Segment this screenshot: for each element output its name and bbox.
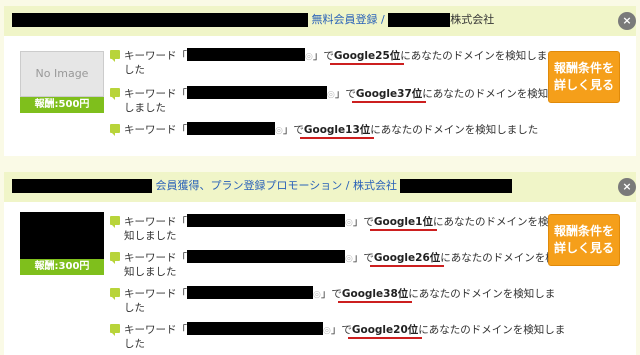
at-icon: ◎ xyxy=(327,90,335,100)
rank-value: Google37位 xyxy=(351,88,427,103)
row-prefix: キーワード「 xyxy=(124,288,187,300)
row-prefix: キーワード「 xyxy=(124,216,187,228)
result-card-1: 無料会員登録 / 株式会社 No Image 報酬:500円 キーワード「 ◎」で… xyxy=(4,6,636,156)
row-prefix: キーワード「 xyxy=(124,252,187,264)
close-icon[interactable]: × xyxy=(618,12,636,30)
result-card-2: 会員獲得、プラン登録プロモーション / 株式会社 × 報酬:300円 キーワード… xyxy=(4,172,636,355)
redacted-keyword xyxy=(187,250,345,263)
at-icon: ◎ xyxy=(345,254,353,264)
button-line: 詳しく見る xyxy=(553,78,614,92)
redacted-keyword xyxy=(187,48,305,61)
at-icon: ◎ xyxy=(313,290,321,300)
redacted-text xyxy=(12,179,152,193)
price-badge: 報酬:500円 xyxy=(20,97,104,113)
thumbnail[interactable]: 報酬:300円 xyxy=(20,212,104,275)
comment-icon xyxy=(110,50,120,62)
at-icon: ◎ xyxy=(323,326,331,336)
button-line: 報酬条件を xyxy=(553,61,614,75)
row-suffix: にあなたのドメインを検知しま xyxy=(408,288,556,300)
card-header: 会員獲得、プラン登録プロモーション / 株式会社 × xyxy=(4,172,636,202)
card-title: 会員獲得、プラン登録プロモーション / 株式会社 xyxy=(12,179,513,193)
row-prefix: キーワード「 xyxy=(124,50,187,62)
redacted-text xyxy=(388,13,451,27)
button-line: 詳しく見る xyxy=(553,241,614,255)
row-close: 」で xyxy=(334,88,356,100)
redacted-keyword xyxy=(187,122,275,135)
row-prefix: キーワード「 xyxy=(124,324,187,336)
row-suffix: にあなたのドメインを検知しま xyxy=(400,50,548,62)
row-close: 」で xyxy=(330,324,352,336)
row-suffix: にあなたのドメインを検 xyxy=(440,252,556,264)
rank-value: Google26位 xyxy=(369,252,445,267)
row-suffix: にあなたのドメインを検知 xyxy=(422,88,549,100)
row-close: 」で xyxy=(312,50,334,62)
no-image-placeholder: No Image xyxy=(20,51,104,97)
redacted-text xyxy=(12,13,308,27)
row-suffix: にあなたのドメインを検 xyxy=(432,216,549,228)
image-placeholder xyxy=(20,212,104,259)
company-label: 株式会社 xyxy=(450,13,495,26)
close-icon[interactable]: × xyxy=(618,178,636,196)
comment-icon xyxy=(110,288,120,300)
reward-conditions-button[interactable]: 報酬条件を 詳しく見る xyxy=(548,51,620,103)
row-line2: 知しました xyxy=(124,266,177,278)
row-prefix: キーワード「 xyxy=(124,124,187,136)
rank-value: Google38位 xyxy=(337,288,413,303)
comment-icon xyxy=(110,252,120,264)
title-link[interactable]: 無料会員登録 / xyxy=(312,13,385,26)
at-icon: ◎ xyxy=(305,52,313,62)
card-header: 無料会員登録 / 株式会社 xyxy=(4,6,636,36)
rank-value: Google25位 xyxy=(329,50,405,65)
at-icon: ◎ xyxy=(345,218,353,228)
comment-icon xyxy=(110,324,120,336)
comment-icon xyxy=(110,88,120,100)
rank-value: Google20位 xyxy=(347,324,423,339)
button-line: 報酬条件を xyxy=(553,224,614,238)
comment-icon xyxy=(110,124,120,136)
row-close: 」で xyxy=(320,288,342,300)
row-line2: しました xyxy=(124,102,166,114)
row-suffix: にあなたのドメインを検知しま xyxy=(418,324,566,336)
row-line2: した xyxy=(124,338,145,350)
comment-icon xyxy=(110,216,120,228)
card-title: 無料会員登録 / 株式会社 xyxy=(12,13,494,27)
reward-conditions-button[interactable]: 報酬条件を 詳しく見る xyxy=(548,214,620,266)
rank-value: Google13位 xyxy=(299,124,375,139)
rank-value: Google1位 xyxy=(369,216,437,231)
row-prefix: キーワード「 xyxy=(124,88,187,100)
price-badge: 報酬:300円 xyxy=(20,259,104,275)
redacted-keyword xyxy=(187,214,345,227)
redacted-keyword xyxy=(187,322,323,335)
thumbnail[interactable]: No Image 報酬:500円 xyxy=(20,51,104,113)
title-link[interactable]: 会員獲得、プラン登録プロモーション / 株式会社 xyxy=(156,179,397,192)
redacted-text xyxy=(400,179,513,193)
redacted-keyword xyxy=(187,86,327,99)
at-icon: ◎ xyxy=(275,126,283,136)
row-line2: した xyxy=(124,64,145,76)
row-close: 」で xyxy=(352,216,374,228)
row-line2: した xyxy=(124,302,145,314)
redacted-keyword xyxy=(187,286,313,299)
row-line2: 知しました xyxy=(124,230,177,242)
row-close: 」で xyxy=(352,252,374,264)
row-close: 」で xyxy=(282,124,304,136)
row-suffix: にあなたのドメインを検知しました xyxy=(370,124,539,136)
